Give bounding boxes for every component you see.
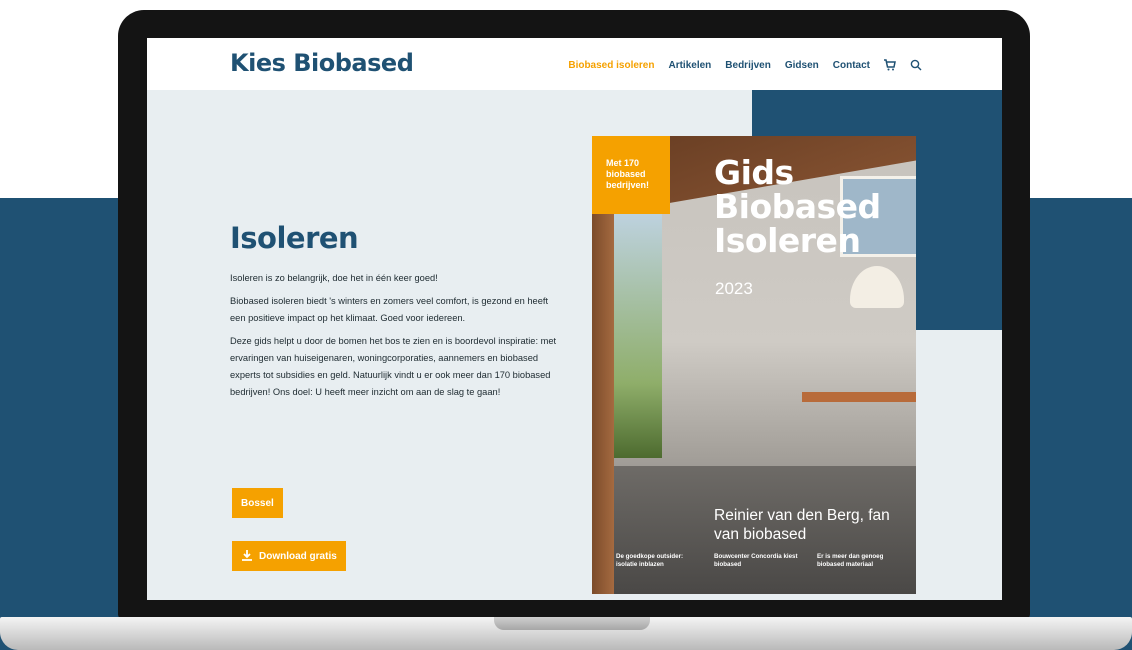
nav-gidsen[interactable]: Gidsen: [785, 60, 819, 71]
laptop-base-notch: [494, 617, 650, 630]
site-logo[interactable]: Kies Biobased: [230, 49, 414, 77]
cover-quote: Reinier van den Berg, fan van biobased: [714, 507, 890, 543]
main-navigation: Biobased isoleren Artikelen Bedrijven Gi…: [568, 59, 922, 71]
website-screen: Kies Biobased Biobased isoleren Artikele…: [147, 38, 1002, 600]
nav-biobased-isoleren[interactable]: Biobased isoleren: [568, 60, 654, 71]
intro-text: Isoleren is zo belangrijk, doe het in éé…: [230, 270, 560, 407]
intro-paragraph: Isoleren is zo belangrijk, doe het in éé…: [230, 273, 438, 283]
nav-artikelen[interactable]: Artikelen: [668, 60, 711, 71]
browse-button-label: Bossel: [241, 497, 274, 509]
cover-photo-table: [802, 392, 916, 402]
cover-title-line: Gids: [714, 153, 794, 192]
download-button[interactable]: Download gratis: [232, 541, 346, 571]
cover-teaser: Bouwcenter Concordia kiest biobased: [714, 553, 798, 568]
cover-title-line: Biobased: [714, 187, 881, 226]
cover-photo-post: [592, 196, 614, 594]
intro-paragraph: Deze gids helpt u door de bomen het bos …: [230, 336, 557, 397]
guide-cover[interactable]: Met 170 biobased bedrijven! Gids Biobase…: [592, 136, 916, 594]
cover-photo-window: [612, 208, 662, 458]
page-title: Isoleren: [230, 221, 359, 255]
cover-year: 2023: [715, 279, 753, 298]
cart-icon[interactable]: [884, 59, 896, 71]
cover-photo-lamp: [850, 266, 904, 308]
cover-title-line: Isoleren: [714, 221, 861, 260]
nav-contact[interactable]: Contact: [833, 60, 870, 71]
browse-button[interactable]: Bossel: [232, 488, 283, 518]
nav-bedrijven[interactable]: Bedrijven: [725, 60, 771, 71]
cover-teaser: Er is meer dan genoeg biobased materiaal: [817, 553, 884, 568]
search-icon[interactable]: [910, 59, 922, 71]
cover-teaser: De goedkope outsider: isolatie inblazen: [616, 553, 684, 568]
cover-badge: Met 170 biobased bedrijven!: [592, 136, 670, 214]
site-header: Kies Biobased Biobased isoleren Artikele…: [147, 38, 1002, 90]
download-icon: [241, 549, 253, 564]
download-button-label: Download gratis: [259, 550, 337, 562]
intro-paragraph: Biobased isoleren biedt 's winters en zo…: [230, 296, 549, 323]
cover-title: Gids Biobased Isoleren: [714, 156, 881, 258]
